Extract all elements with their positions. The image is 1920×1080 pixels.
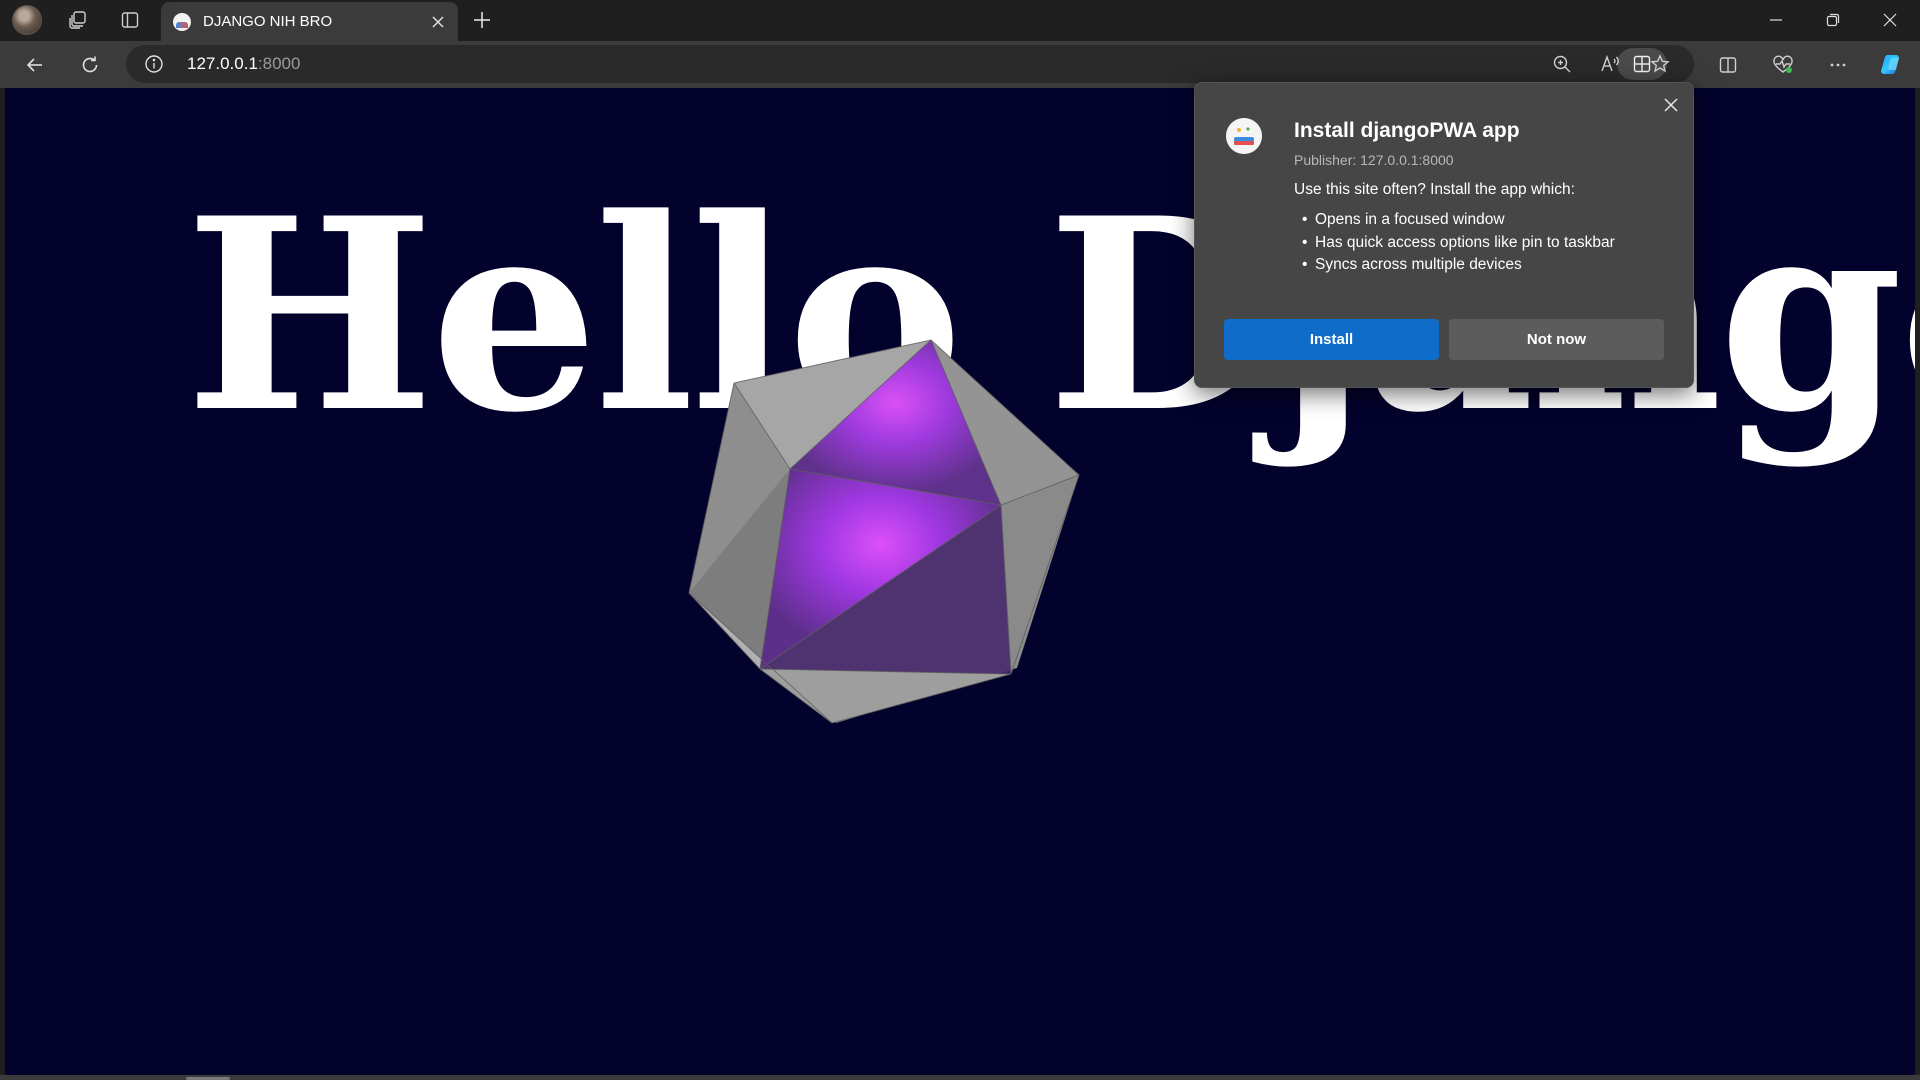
restore-icon[interactable] [1805, 0, 1861, 40]
url-host: 127.0.0.1 [187, 54, 258, 73]
split-screen-icon[interactable] [1711, 49, 1745, 81]
feature-text: Has quick access options like pin to tas… [1315, 233, 1615, 251]
favorite-icon[interactable] [1643, 48, 1677, 80]
tab-favicon [173, 12, 191, 31]
read-aloud-icon[interactable] [1594, 48, 1628, 80]
new-tab-icon[interactable] [467, 5, 497, 35]
url-text[interactable]: 127.0.0.1:8000 [187, 45, 300, 83]
not-now-button[interactable]: Not now [1449, 319, 1664, 360]
app-icon [1226, 118, 1262, 154]
zoom-icon[interactable] [1545, 48, 1579, 80]
icosahedron-3d-graphic [688, 339, 1080, 724]
tab-active[interactable]: DJANGO NIH BRO [161, 2, 458, 41]
horizontal-scrollbar[interactable] [0, 1075, 1920, 1080]
refresh-icon[interactable] [74, 49, 106, 81]
close-icon[interactable] [1657, 91, 1685, 119]
publisher-text: Publisher: 127.0.0.1:8000 [1294, 152, 1454, 168]
address-bar[interactable]: 127.0.0.1:8000 [126, 45, 1694, 83]
browser-essentials-icon[interactable] [1766, 49, 1800, 81]
feature-list: • Opens in a focused window • Has quick ac… [1294, 209, 1615, 277]
tab-actions-icon[interactable] [114, 6, 146, 34]
title-bar: DJANGO NIH BRO [0, 0, 1920, 41]
profile-avatar[interactable] [12, 5, 42, 35]
back-icon[interactable] [19, 49, 51, 81]
site-info-icon[interactable] [144, 54, 164, 74]
popup-title: Install djangoPWA app [1294, 119, 1520, 142]
copilot-icon[interactable] [1875, 49, 1909, 81]
navigation-toolbar: 127.0.0.1:8000 [0, 41, 1920, 88]
list-item: • Syncs across multiple devices [1302, 256, 1522, 273]
install-button[interactable]: Install [1224, 319, 1439, 360]
minimize-icon[interactable] [1748, 0, 1804, 40]
list-item: • Has quick access options like pin to ta… [1302, 233, 1615, 251]
popup-description: Use this site often? Install the app whi… [1294, 181, 1575, 198]
url-port: :8000 [257, 54, 301, 73]
workspaces-icon[interactable] [62, 6, 94, 34]
more-icon[interactable] [1821, 49, 1855, 81]
feature-text: Syncs across multiple devices [1315, 256, 1522, 273]
list-item: • Opens in a focused window [1302, 211, 1505, 228]
install-app-popup: Install djangoPWA app Publisher: 127.0.0… [1194, 82, 1694, 388]
feature-text: Opens in a focused window [1315, 211, 1505, 228]
close-window-icon[interactable] [1862, 0, 1918, 40]
close-tab-icon[interactable] [424, 8, 452, 36]
tab-title: DJANGO NIH BRO [203, 13, 333, 30]
